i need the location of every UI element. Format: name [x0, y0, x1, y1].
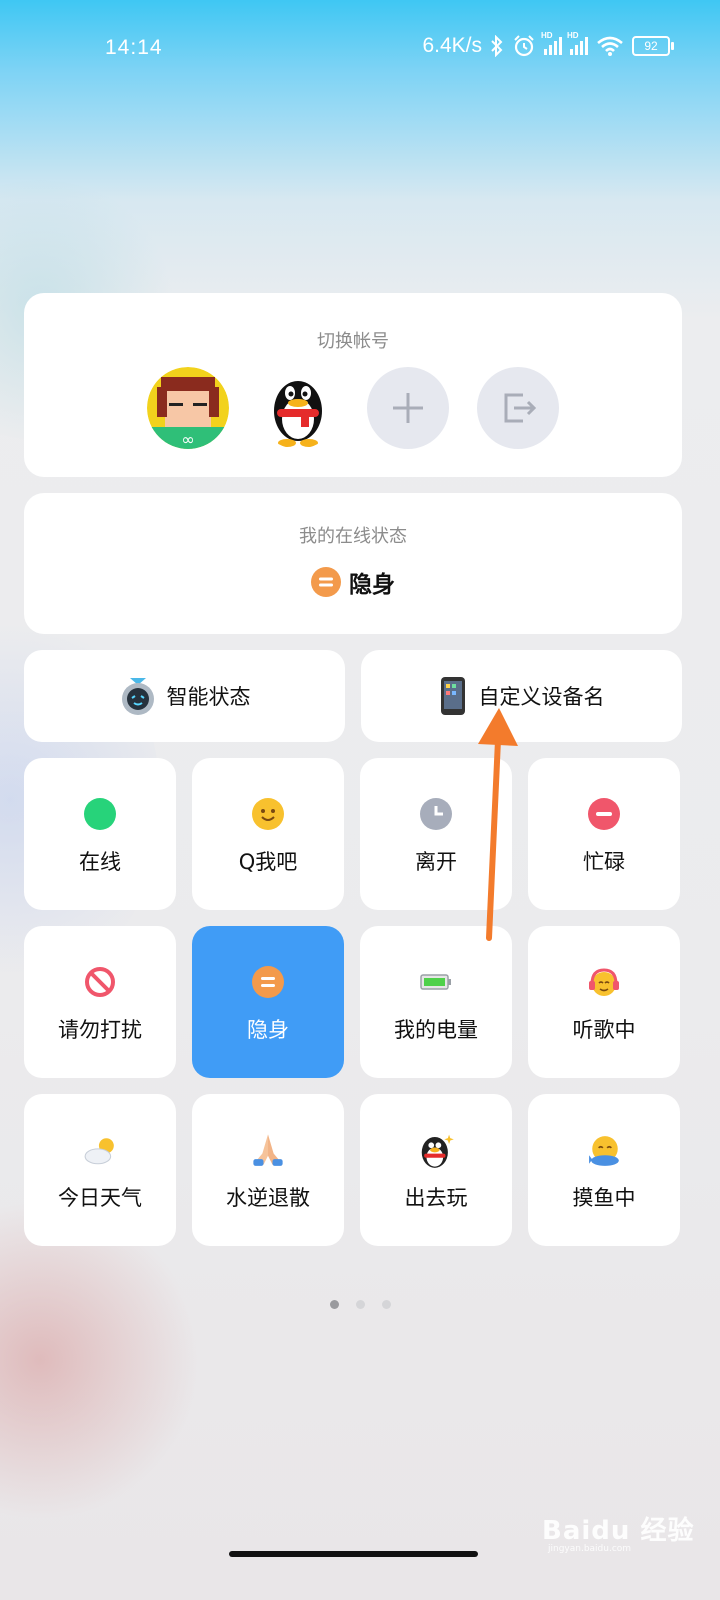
page-dot-3[interactable] — [381, 1300, 391, 1309]
page-indicator — [0, 1300, 720, 1309]
annotation-arrow — [478, 708, 518, 941]
baidu-watermark-url: jingyan.baidu.com — [548, 1544, 632, 1554]
baidu-watermark: Baidu 经验 — [542, 1516, 695, 1546]
page-dot-1[interactable] — [329, 1300, 339, 1309]
home-indicator[interactable] — [229, 1551, 478, 1557]
page-dot-2[interactable] — [355, 1300, 365, 1309]
